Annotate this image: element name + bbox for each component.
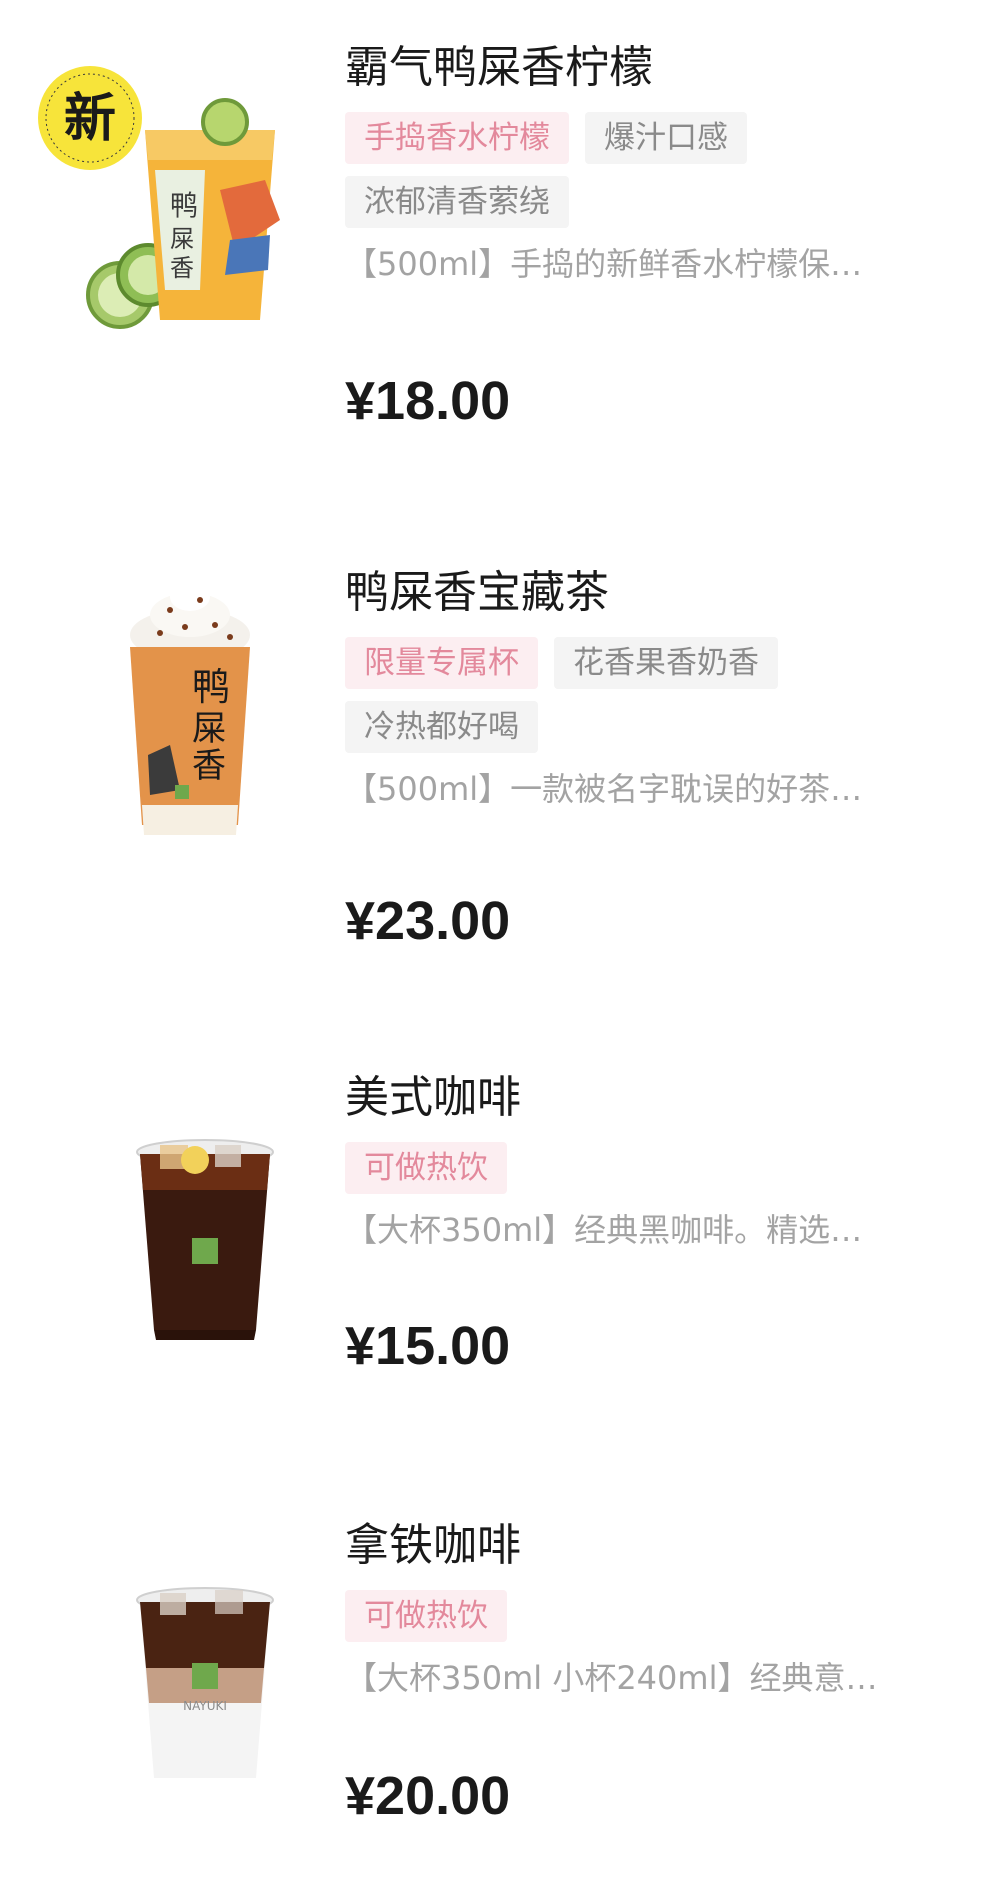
product-description: 【500ml】手捣的新鲜香水柠檬保… bbox=[345, 245, 863, 283]
svg-text:屎: 屎 bbox=[192, 709, 226, 749]
tag-list: 可做热饮 bbox=[345, 1590, 815, 1642]
product-price: ¥20.00 bbox=[345, 1766, 511, 1826]
product-price: ¥18.00 bbox=[345, 371, 511, 431]
latte-cup-illustration: NAYUKI bbox=[136, 1587, 274, 1778]
svg-text:鸭: 鸭 bbox=[192, 665, 230, 709]
product-price: ¥23.00 bbox=[345, 891, 511, 951]
tag-list: 限量专属杯 花香果香奶香 冷热都好喝 bbox=[345, 637, 815, 753]
americano-cup-illustration bbox=[136, 1139, 274, 1340]
tag: 爆汁口感 bbox=[585, 112, 747, 164]
svg-text:屎: 屎 bbox=[170, 225, 194, 253]
treasure-tea-cup-illustration: 鸭 屎 香 bbox=[130, 583, 250, 835]
product-image-americano[interactable] bbox=[20, 1090, 310, 1380]
cup-brand-text: NAYUKI bbox=[183, 1699, 227, 1713]
product-image-latte[interactable]: NAYUKI bbox=[20, 1538, 310, 1828]
lemon-tea-cup-illustration: 鸭 屎 香 新 bbox=[38, 66, 280, 329]
product-name: 霸气鸭屎香柠檬 bbox=[345, 42, 653, 93]
svg-text:香: 香 bbox=[192, 746, 226, 786]
product-price: ¥15.00 bbox=[345, 1316, 511, 1376]
tag: 可做热饮 bbox=[345, 1142, 507, 1194]
product-description: 【大杯350ml 小杯240ml】经典意… bbox=[345, 1659, 878, 1697]
tag: 浓郁清香萦绕 bbox=[345, 176, 569, 228]
tag: 花香果香奶香 bbox=[554, 637, 778, 689]
tag: 限量专属杯 bbox=[345, 637, 538, 689]
product-image-lemon-tea[interactable]: 鸭 屎 香 新 bbox=[20, 50, 310, 340]
tag-list: 手捣香水柠檬 爆汁口感 浓郁清香萦绕 bbox=[345, 112, 815, 228]
tag: 手捣香水柠檬 bbox=[345, 112, 569, 164]
product-name: 美式咖啡 bbox=[345, 1072, 521, 1123]
tag-list: 可做热饮 bbox=[345, 1142, 815, 1194]
product-list: 鸭 屎 香 新 霸气鸭屎香柠檬 手捣香水柠檬 爆汁口感 浓郁清香萦绕 【500m… bbox=[0, 0, 1000, 1879]
product-name: 鸭屎香宝藏茶 bbox=[345, 567, 609, 618]
svg-text:鸭: 鸭 bbox=[170, 189, 198, 222]
product-description: 【500ml】一款被名字耽误的好茶… bbox=[345, 770, 863, 808]
svg-text:香: 香 bbox=[170, 254, 194, 282]
tag: 可做热饮 bbox=[345, 1590, 507, 1642]
new-badge-text: 新 bbox=[64, 89, 116, 149]
product-description: 【大杯350ml】经典黑咖啡。精选… bbox=[345, 1211, 863, 1249]
product-name: 拿铁咖啡 bbox=[345, 1520, 521, 1571]
product-image-treasure-tea[interactable]: 鸭 屎 香 bbox=[20, 575, 310, 865]
tag: 冷热都好喝 bbox=[345, 701, 538, 753]
